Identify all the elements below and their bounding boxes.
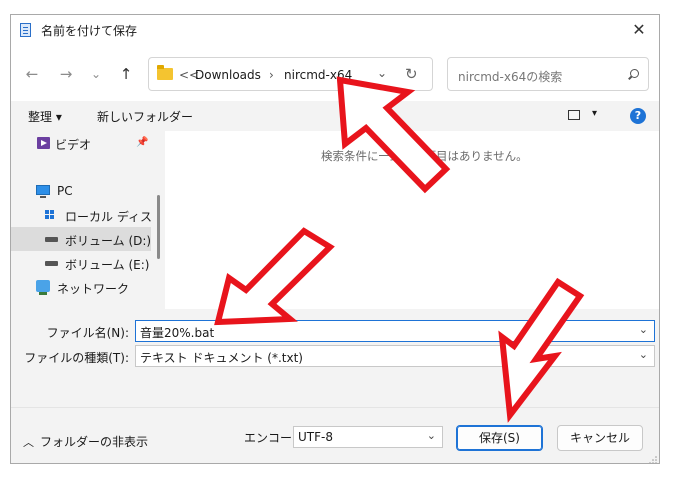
notepad-icon [20, 23, 31, 37]
chevron-up-icon: ︿ [23, 436, 34, 449]
filetype-label: ファイルの種類(T): [24, 351, 129, 365]
breadcrumb-nircmd-x64[interactable]: nircmd-x64 [284, 68, 352, 82]
video-icon [37, 137, 50, 149]
sidebar-item-volume-e[interactable]: ボリューム (E:) [11, 251, 151, 275]
dialog-footer: ︿ フォルダーの非表示 エンコード: UTF-8 ⌄ 保存(S) キャンセル [11, 407, 659, 464]
pc-icon [36, 185, 50, 198]
file-list-area[interactable]: 検索条件に一致する項目はありません。 [165, 131, 659, 309]
breadcrumb-separator: › [269, 68, 274, 82]
address-dropdown-chevron-icon[interactable]: ⌄ [377, 66, 387, 80]
network-icon [36, 280, 50, 295]
windows-drive-icon [45, 210, 55, 220]
sidebar-scrollbar[interactable] [157, 195, 160, 259]
save-form: ファイル名(N): 音量20%.bat ⌄ ファイルの種類(T): テキスト ド… [11, 309, 659, 407]
title-bar: 名前を付けて保存 ✕ [11, 15, 659, 45]
hide-folders-button[interactable]: ︿ フォルダーの非表示 [23, 433, 148, 450]
filetype-value: テキスト ドキュメント (*.txt) [140, 351, 303, 365]
close-button[interactable]: ✕ [619, 15, 659, 45]
navigation-pane: ビデオ 📌 PC ローカル ディスク (C ボリューム (D:) ボリューム (… [11, 131, 165, 309]
pin-icon: 📌 [136, 137, 149, 148]
new-folder-button[interactable]: 新しいフォルダー [97, 108, 193, 125]
save-dialog: 名前を付けて保存 ✕ ← → ⌄ ↑ << Downloads › nircmd… [10, 14, 660, 464]
drive-icon [45, 237, 58, 242]
save-button[interactable]: 保存(S) [456, 425, 543, 451]
refresh-icon[interactable]: ↻ [405, 65, 418, 83]
sidebar-item-label: ローカル ディスク (C [65, 210, 151, 224]
address-bar[interactable]: << Downloads › nircmd-x64 ⌄ ↻ [148, 57, 433, 91]
back-arrow-icon[interactable]: ← [21, 63, 43, 85]
hide-folders-label: フォルダーの非表示 [40, 435, 149, 449]
folder-icon [157, 65, 173, 80]
view-options-caret-icon[interactable]: ▾ [592, 108, 597, 119]
recent-locations-chevron-icon[interactable]: ⌄ [85, 63, 107, 85]
resize-grip-icon[interactable] [649, 456, 657, 464]
encoding-select[interactable]: UTF-8 ⌄ [293, 426, 443, 448]
sidebar-item-volume-d[interactable]: ボリューム (D:) [11, 227, 151, 251]
sidebar-item-label: ボリューム (D:) [65, 234, 152, 248]
sidebar-item-label: ボリューム (E:) [65, 258, 150, 272]
cancel-button[interactable]: キャンセル [557, 425, 643, 451]
forward-arrow-icon[interactable]: → [55, 63, 77, 85]
sidebar-item-pc[interactable]: PC [11, 179, 151, 203]
breadcrumb-downloads[interactable]: Downloads [195, 68, 261, 82]
help-icon[interactable]: ? [630, 108, 646, 124]
sidebar-item-label: ネットワーク [57, 282, 130, 296]
search-placeholder: nircmd-x64の検索 [458, 70, 563, 84]
filename-value: 音量20%.bat [140, 326, 215, 340]
encoding-value: UTF-8 [298, 430, 333, 444]
filename-history-chevron-icon[interactable]: ⌄ [639, 323, 648, 336]
drive-icon [45, 261, 58, 266]
sidebar-item-local-disk-c[interactable]: ローカル ディスク (C [11, 203, 151, 227]
encoding-chevron-icon: ⌄ [426, 429, 436, 442]
view-mode-icon[interactable] [568, 110, 580, 120]
filename-input[interactable]: 音量20%.bat ⌄ [135, 320, 655, 342]
sidebar-item-network[interactable]: ネットワーク [11, 275, 151, 299]
command-toolbar: 整理 ▾ 新しいフォルダー ▾ ? [11, 101, 659, 131]
filename-label: ファイル名(N): [46, 326, 129, 340]
navigation-bar: ← → ⌄ ↑ << Downloads › nircmd-x64 ⌄ ↻ ni… [11, 45, 659, 101]
sidebar-item-videos[interactable]: ビデオ 📌 [11, 131, 151, 155]
window-title: 名前を付けて保存 [41, 24, 138, 38]
filetype-select[interactable]: テキスト ドキュメント (*.txt) ⌄ [135, 345, 655, 367]
search-box[interactable]: nircmd-x64の検索 [447, 57, 649, 91]
sidebar-item-label: PC [57, 184, 73, 198]
filetype-chevron-icon[interactable]: ⌄ [639, 348, 648, 361]
empty-results-message: 検索条件に一致する項目はありません。 [321, 149, 528, 163]
search-icon[interactable] [630, 69, 639, 78]
organize-button[interactable]: 整理 ▾ [28, 108, 62, 125]
sidebar-item-label: ビデオ [55, 138, 92, 152]
up-arrow-icon[interactable]: ↑ [115, 63, 137, 85]
